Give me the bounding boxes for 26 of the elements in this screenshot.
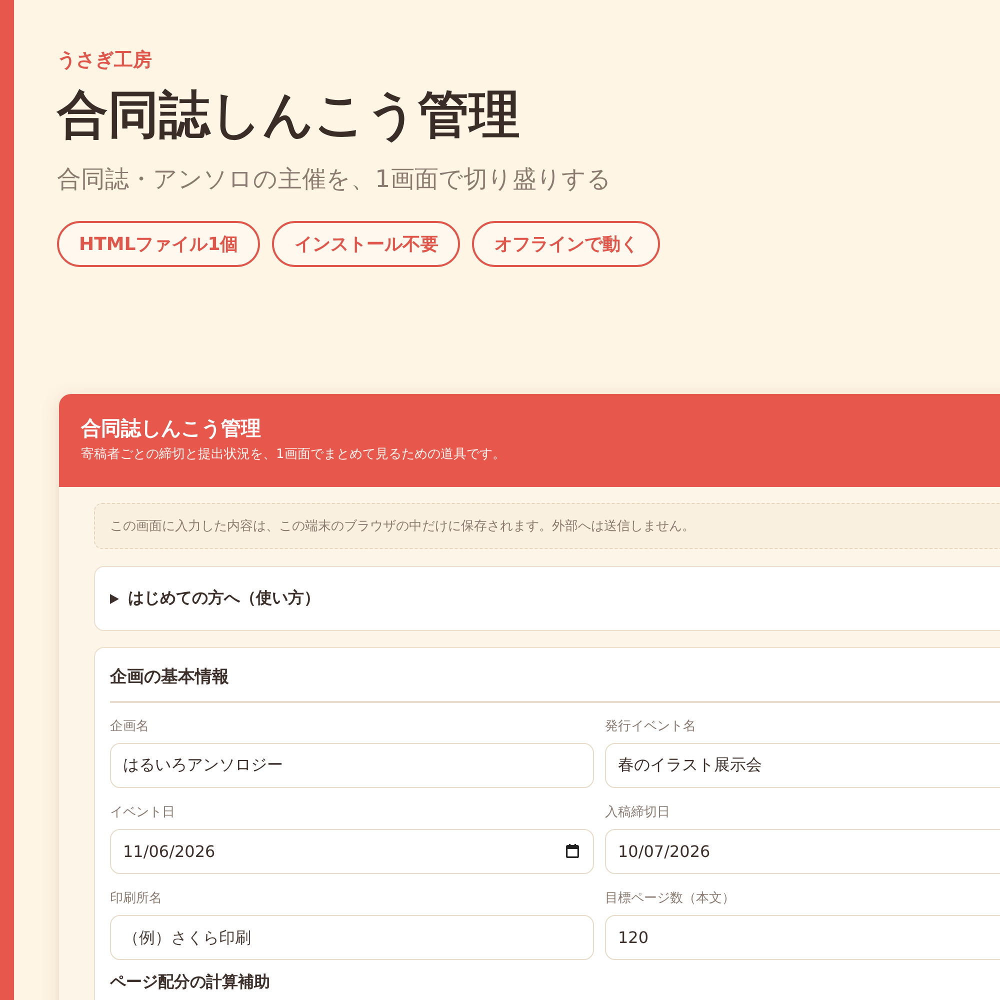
- disclosure-triangle-icon: [110, 594, 119, 604]
- section-heading: 企画の基本情報: [110, 666, 229, 689]
- input-field[interactable]: （例）さくら印刷: [110, 915, 594, 960]
- app-title: 合同誌しんこう管理: [81, 415, 261, 441]
- calendar-icon[interactable]: [566, 844, 579, 858]
- feature-tag: インストール不要: [272, 221, 460, 267]
- guide-toggle[interactable]: はじめての方へ（使い方）: [94, 566, 1000, 631]
- field-label: 企画名: [110, 718, 149, 735]
- feature-tag: オフラインで動く: [472, 221, 660, 267]
- app-subtitle: 寄稿者ごとの締切と提出状況を、1画面でまとめて見るための道具です。: [81, 446, 506, 464]
- feature-tag: HTMLファイル1個: [57, 221, 260, 267]
- input-field[interactable]: 120: [605, 915, 1000, 960]
- date-field[interactable]: 11/06/2026: [110, 829, 594, 874]
- field-label: 入稿締切日: [605, 804, 670, 821]
- privacy-notice: この画面に入力した内容は、この端末のブラウザの中だけに保存されます。外部へは送信しません。: [94, 503, 1000, 549]
- input-field[interactable]: はるいろアンソロジー: [110, 743, 594, 788]
- page-title: 合同誌しんこう管理: [57, 86, 520, 145]
- brand-name: うさぎ工房: [57, 48, 152, 73]
- tagline: 合同誌・アンソロの主催を、1画面で切り盛りする: [57, 164, 612, 195]
- input-field[interactable]: 10/07/2026: [605, 829, 1000, 874]
- input-field[interactable]: 春のイラスト展示会: [605, 743, 1000, 788]
- subsection-heading: ページ配分の計算補助: [110, 971, 270, 993]
- field-label: 目標ページ数（本文）: [605, 890, 735, 907]
- field-label: 印刷所名: [110, 890, 162, 907]
- field-label: 発行イベント名: [605, 718, 696, 735]
- field-label: イベント日: [110, 804, 175, 821]
